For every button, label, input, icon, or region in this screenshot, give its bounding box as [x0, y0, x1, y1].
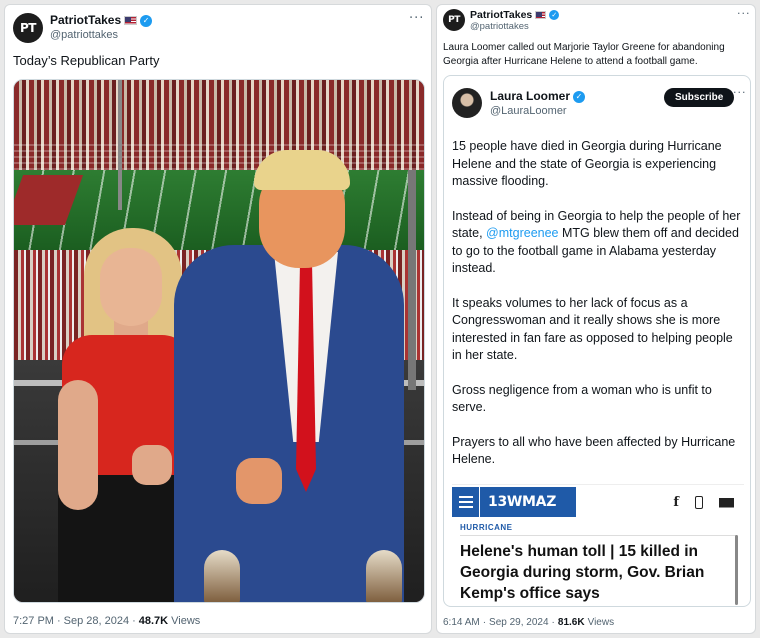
paragraph: It speaks volumes to her lack of focus a…	[452, 295, 733, 363]
article-headline: Helene's human toll | 15 killed in Georg…	[460, 543, 705, 602]
handle[interactable]: @patriottakes	[470, 21, 559, 33]
woman-arm	[58, 380, 98, 510]
more-icon[interactable]: ···	[737, 7, 751, 20]
divider	[460, 535, 736, 536]
display-name[interactable]: PatriotTakes	[50, 13, 121, 28]
views-count: 48.7K	[138, 615, 169, 627]
display-name[interactable]: Laura Loomer	[490, 89, 570, 104]
handle[interactable]: @LauraLoomer	[490, 104, 585, 119]
station-logo: 13WMAZ	[488, 494, 557, 510]
flag-icon	[124, 16, 138, 25]
author-names: PatriotTakes ✓ @patriottakes	[470, 9, 560, 33]
article-kicker: HURRICANE	[460, 523, 513, 532]
trophy-right	[366, 550, 402, 602]
phone-icon	[695, 496, 703, 509]
tweet-time[interactable]: 7:27 PM	[13, 615, 54, 627]
woman-face	[100, 248, 162, 326]
tweet-date[interactable]: Sep 29, 2024	[489, 617, 549, 628]
verified-icon: ✓	[573, 90, 586, 103]
mention-link[interactable]: @mtgreenee	[486, 226, 558, 240]
name-row: PatriotTakes ✓	[470, 9, 560, 21]
scrollbar	[735, 535, 738, 605]
tweet-time[interactable]: 6:14 AM	[443, 617, 480, 628]
verified-icon: ✓	[549, 10, 560, 20]
flag-icon	[535, 11, 547, 19]
trophy-left	[204, 550, 240, 602]
news-header-bar: 13WMAZ	[452, 487, 576, 517]
separator: ·	[56, 615, 61, 627]
tweet-meta: 7:27 PM · Sep 28, 2024 · 48.7K Views	[13, 615, 200, 627]
menu-icon	[452, 487, 480, 517]
mail-icon	[719, 497, 734, 508]
name-row: Laura Loomer ✓	[490, 89, 586, 104]
stands-shading	[14, 140, 424, 170]
avatar[interactable]: PT	[13, 13, 43, 43]
paragraph: 15 people have died in Georgia during Hu…	[452, 139, 722, 188]
verified-icon: ✓	[140, 14, 153, 27]
avatar[interactable]	[452, 88, 482, 118]
tweet-card-left[interactable]: PT PatriotTakes ✓ @patriottakes ··· Toda…	[4, 4, 432, 634]
more-icon[interactable]: ···	[409, 11, 424, 26]
tweet-meta: 6:14 AM · Sep 29, 2024 · 81.6K Views	[443, 617, 614, 628]
views-label: Views	[171, 615, 201, 627]
subscribe-button[interactable]: Subscribe	[664, 88, 735, 107]
man-thumbs-up	[236, 458, 282, 504]
paragraph: Gross negligence from a woman who is unf…	[452, 382, 712, 415]
woman-thumbs-up	[132, 445, 172, 485]
avatar[interactable]: PT	[443, 9, 465, 31]
tweet-date[interactable]: Sep 28, 2024	[64, 615, 129, 627]
paragraph: Prayers to all who have been affected by…	[452, 434, 736, 467]
article-screenshot[interactable]: 13WMAZ f HURRICANE Helene's human toll |…	[452, 484, 744, 606]
tweet-photo[interactable]	[13, 79, 425, 603]
facebook-icon: f	[673, 495, 679, 510]
more-icon[interactable]: ···	[733, 86, 747, 99]
tweet-text: Laura Loomer called out Marjorie Taylor …	[443, 42, 725, 67]
separator: ·	[551, 617, 555, 628]
separator: ·	[132, 615, 136, 627]
views-count: 81.6K	[557, 617, 585, 628]
pillar	[118, 80, 122, 210]
tweet-header: PT PatriotTakes ✓ @patriottakes	[13, 13, 153, 43]
views-label: Views	[587, 617, 615, 628]
quoted-text: 15 people have died in Georgia during Hu…	[452, 138, 744, 486]
handle[interactable]: @patriottakes	[50, 28, 152, 43]
quoted-author: Laura Loomer ✓ @LauraLoomer	[490, 89, 586, 119]
share-icons: f	[673, 495, 734, 510]
tweet-card-right[interactable]: PT PatriotTakes ✓ @patriottakes ··· Laur…	[436, 4, 756, 634]
author-names: PatriotTakes ✓ @patriottakes	[50, 13, 153, 43]
tweet-header: PT PatriotTakes ✓ @patriottakes	[443, 9, 560, 33]
display-name[interactable]: PatriotTakes	[470, 9, 532, 21]
name-row: PatriotTakes ✓	[50, 13, 153, 28]
tweet-text: Today’s Republican Party	[13, 53, 160, 68]
separator: ·	[482, 617, 487, 628]
paragraph: Instead of being in Georgia to help the …	[452, 208, 744, 278]
man-hair	[254, 150, 350, 190]
pillar-right	[408, 170, 416, 390]
quoted-tweet[interactable]: Laura Loomer ✓ @LauraLoomer Subscribe ··…	[443, 75, 751, 607]
